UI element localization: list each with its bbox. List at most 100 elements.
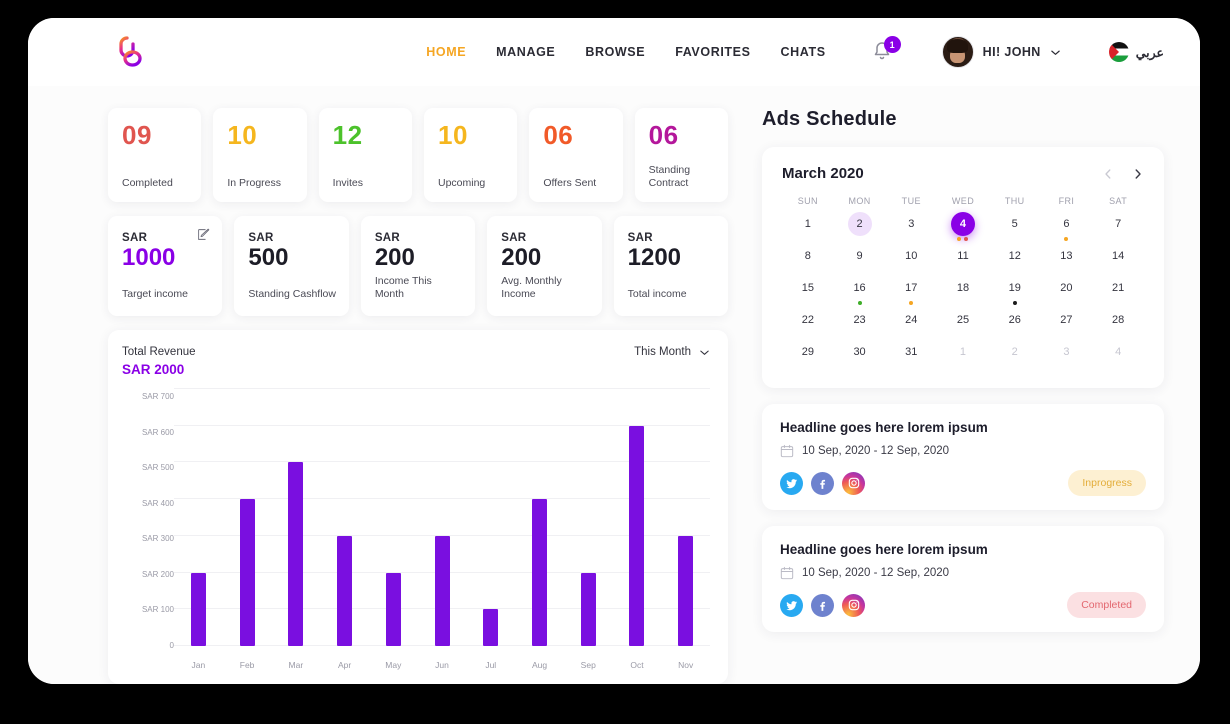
chart-bar-slot[interactable] xyxy=(515,389,564,646)
chart-bar[interactable] xyxy=(288,462,304,646)
chart-bar[interactable] xyxy=(434,535,450,646)
edit-pencil-icon[interactable] xyxy=(197,228,210,241)
chart-bar[interactable] xyxy=(532,499,547,646)
finance-card-total-income[interactable]: SAR 1200 Total income xyxy=(613,216,729,316)
twitter-icon[interactable] xyxy=(780,593,803,617)
user-menu[interactable]: HI! JOHN xyxy=(941,36,1061,68)
stat-card-offers-sent[interactable]: 06 Offers Sent xyxy=(529,108,623,202)
finance-card-standing-cashflow[interactable]: SAR 500 Standing Cashflow xyxy=(234,216,349,316)
calendar-day[interactable]: 15 xyxy=(782,276,834,308)
calendar-day[interactable]: 11 xyxy=(937,244,989,276)
calendar-day[interactable]: 16 xyxy=(834,276,886,308)
chart-bar[interactable] xyxy=(385,572,401,646)
stat-value: 06 xyxy=(648,120,679,150)
status-badge: Completed xyxy=(1067,592,1146,618)
stat-label: In Progress xyxy=(227,176,282,189)
calendar-day[interactable]: 9 xyxy=(834,244,886,276)
calendar-day[interactable]: 24 xyxy=(885,308,937,340)
calendar-day[interactable]: 13 xyxy=(1041,244,1093,276)
language-switcher[interactable]: عربي xyxy=(1108,42,1164,62)
calendar-day-number: 26 xyxy=(1008,314,1021,326)
ad-card-2[interactable]: Headline goes here lorem ipsum 10 Sep, 2… xyxy=(762,526,1164,632)
chart-bar[interactable] xyxy=(337,535,353,646)
calendar-day[interactable]: 17 xyxy=(885,276,937,308)
calendar-day[interactable]: 29 xyxy=(782,340,834,372)
calendar-day[interactable]: 19 xyxy=(989,276,1041,308)
stat-card-invites[interactable]: 12 Invites xyxy=(318,108,412,202)
calendar-day[interactable]: 2 xyxy=(989,340,1041,372)
ad-card-1[interactable]: Headline goes here lorem ipsum 10 Sep, 2… xyxy=(762,404,1164,510)
brand-logo-icon[interactable] xyxy=(108,30,152,74)
chart-bar-slot[interactable] xyxy=(466,389,515,646)
chart-bar-slot[interactable] xyxy=(418,389,467,646)
chart-bar-slot[interactable] xyxy=(661,389,710,646)
calendar-day[interactable]: 14 xyxy=(1092,244,1144,276)
calendar-day[interactable]: 1 xyxy=(937,340,989,372)
nav-item-browse[interactable]: BROWSE xyxy=(585,45,645,59)
notifications-button[interactable]: 1 xyxy=(870,36,901,66)
y-axis-tick: SAR 400 xyxy=(141,498,174,508)
calendar-day[interactable]: 21 xyxy=(1092,276,1144,308)
calendar-day[interactable]: 4 xyxy=(1092,340,1144,372)
finance-card-target-income[interactable]: SAR 1000 Target income xyxy=(108,216,223,316)
chart-bar[interactable] xyxy=(483,609,499,646)
calendar-day-number: 21 xyxy=(1112,282,1125,294)
stat-card-completed[interactable]: 09 Completed xyxy=(108,108,202,202)
calendar-event-dot xyxy=(909,301,914,305)
nav-item-favorites[interactable]: FAVORITES xyxy=(675,45,750,59)
chart-bar[interactable] xyxy=(580,572,596,646)
instagram-icon[interactable] xyxy=(842,471,865,495)
calendar-day[interactable]: 2 xyxy=(834,212,886,244)
stat-card-upcoming[interactable]: 10 Upcoming xyxy=(423,108,518,202)
calendar-day[interactable]: 31 xyxy=(885,340,937,372)
chart-bar-slot[interactable] xyxy=(174,389,223,646)
chart-bar-slot[interactable] xyxy=(320,389,369,646)
calendar-day[interactable]: 23 xyxy=(834,308,886,340)
calendar-header: March 2020 xyxy=(782,165,1144,182)
calendar-day[interactable]: 20 xyxy=(1041,276,1093,308)
stat-card-standing-contract[interactable]: 06 Standing Contract xyxy=(634,108,728,202)
calendar-day[interactable]: 27 xyxy=(1041,308,1093,340)
calendar-day-number: 28 xyxy=(1112,314,1125,326)
chart-range-selector[interactable]: This Month xyxy=(634,346,710,358)
calendar-day[interactable]: 3 xyxy=(1041,340,1093,372)
nav-item-chats[interactable]: CHATS xyxy=(781,45,826,59)
twitter-icon[interactable] xyxy=(780,471,803,495)
finance-card-avg-monthly-income[interactable]: SAR 200 Avg. Monthly Income xyxy=(487,216,602,316)
chart-bar-slot[interactable] xyxy=(271,389,320,646)
calendar-day[interactable]: 28 xyxy=(1092,308,1144,340)
calendar-day[interactable]: 25 xyxy=(937,308,989,340)
calendar-day[interactable]: 4 xyxy=(937,212,989,244)
calendar-day[interactable]: 18 xyxy=(937,276,989,308)
chart-bar-slot[interactable] xyxy=(223,389,272,646)
finance-card-income-this-month[interactable]: SAR 200 Income This Month xyxy=(360,216,476,316)
calendar-day-number: 19 xyxy=(1008,282,1021,294)
chart-bar-slot[interactable] xyxy=(564,389,613,646)
nav-item-home[interactable]: HOME xyxy=(426,45,466,59)
chart-bar[interactable] xyxy=(629,425,645,646)
calendar-day[interactable]: 3 xyxy=(885,212,937,244)
chart-bar-slot[interactable] xyxy=(613,389,662,646)
chart-bar[interactable] xyxy=(190,572,206,646)
chart-bar[interactable] xyxy=(678,535,694,646)
calendar-day[interactable]: 12 xyxy=(989,244,1041,276)
calendar-day[interactable]: 22 xyxy=(782,308,834,340)
chart-bar[interactable] xyxy=(239,499,255,646)
calendar-day[interactable]: 1 xyxy=(782,212,834,244)
y-axis-tick: SAR 100 xyxy=(141,605,174,615)
calendar-day[interactable]: 6 xyxy=(1041,212,1093,244)
calendar-day[interactable]: 5 xyxy=(989,212,1041,244)
calendar-day[interactable]: 10 xyxy=(885,244,937,276)
instagram-icon[interactable] xyxy=(842,593,865,617)
calendar-day[interactable]: 30 xyxy=(834,340,886,372)
calendar-day[interactable]: 26 xyxy=(989,308,1041,340)
calendar-day[interactable]: 8 xyxy=(782,244,834,276)
chevron-left-icon[interactable] xyxy=(1102,168,1114,180)
nav-item-manage[interactable]: MANAGE xyxy=(496,45,555,59)
stat-card-in-progress[interactable]: 10 In Progress xyxy=(213,108,307,202)
chevron-right-icon[interactable] xyxy=(1132,168,1144,180)
facebook-icon[interactable] xyxy=(811,471,834,495)
chart-bar-slot[interactable] xyxy=(369,389,418,646)
calendar-day[interactable]: 7 xyxy=(1092,212,1144,244)
facebook-icon[interactable] xyxy=(811,593,834,617)
